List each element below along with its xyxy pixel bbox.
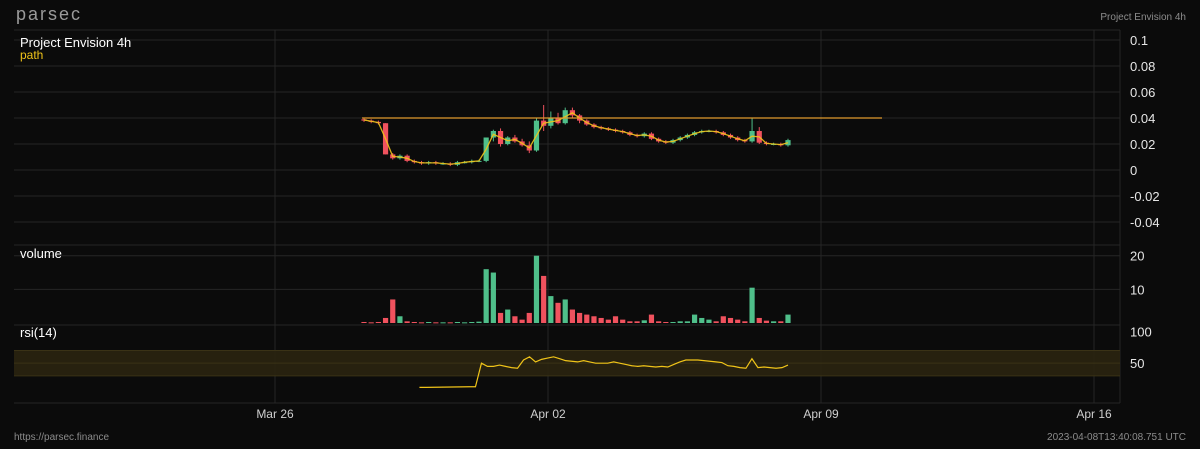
volume-bar[interactable] — [548, 296, 554, 323]
volume-bar[interactable] — [462, 322, 468, 324]
volume-bar[interactable] — [541, 275, 547, 323]
price-panel: Project Envision 4h path — [20, 35, 131, 62]
volume-bar[interactable] — [663, 321, 669, 323]
volume-bar[interactable] — [490, 272, 496, 323]
volume-bar[interactable] — [656, 321, 662, 323]
volume-bar[interactable] — [390, 299, 396, 323]
volume-bar[interactable] — [454, 321, 461, 323]
x-tick-label: Apr 16 — [1076, 407, 1112, 421]
volume-bar[interactable] — [727, 317, 734, 323]
volume-bar[interactable] — [691, 314, 698, 323]
volume-bar[interactable] — [706, 319, 712, 323]
volume-bar[interactable] — [382, 317, 389, 323]
volume-bar[interactable] — [562, 299, 568, 323]
volume-bar[interactable] — [612, 316, 619, 323]
price-tick-label: 0.04 — [1130, 111, 1155, 126]
volume-bar[interactable] — [411, 321, 417, 323]
volume-bar[interactable] — [648, 314, 655, 323]
volume-bar[interactable] — [533, 255, 540, 323]
volume-tick-label: 20 — [1130, 249, 1144, 264]
volume-bar[interactable] — [426, 321, 432, 323]
volume-bar[interactable] — [605, 319, 611, 323]
grid — [14, 29, 1121, 404]
volume-bar[interactable] — [447, 322, 453, 324]
rsi-tick-label: 100 — [1130, 324, 1152, 339]
volume-bar[interactable] — [713, 321, 719, 323]
volume-bar[interactable] — [440, 322, 446, 324]
volume-bar[interactable] — [641, 320, 647, 323]
rsi-panel: rsi(14) — [20, 325, 57, 340]
volume-bar[interactable] — [584, 314, 590, 323]
volume-bar[interactable] — [526, 312, 532, 323]
chart-marks — [361, 105, 882, 388]
volume-bar[interactable] — [505, 309, 511, 323]
volume-bar[interactable] — [569, 309, 576, 323]
price-tick-label: 0 — [1130, 163, 1137, 178]
x-tick-label: Apr 09 — [803, 407, 839, 421]
x-tick-label: Mar 26 — [256, 407, 294, 421]
volume-bar[interactable] — [497, 312, 504, 323]
volume-bar[interactable] — [397, 316, 403, 323]
volume-bar[interactable] — [404, 321, 410, 323]
volume-bar[interactable] — [555, 302, 561, 323]
price-tick-label: -0.02 — [1130, 189, 1160, 204]
volume-panel: volume — [20, 246, 62, 261]
price-tick-label: 0.08 — [1130, 59, 1155, 74]
volume-bar[interactable] — [735, 319, 741, 323]
volume-bar[interactable] — [375, 321, 381, 323]
volume-bar[interactable] — [576, 312, 583, 323]
volume-bar[interactable] — [771, 321, 777, 323]
x-tick-label: Apr 02 — [530, 407, 566, 421]
rsi-title: rsi(14) — [20, 325, 57, 340]
volume-bar[interactable] — [670, 321, 676, 323]
volume-bar[interactable] — [720, 316, 726, 323]
volume-bar[interactable] — [512, 316, 518, 323]
volume-bar[interactable] — [598, 317, 604, 323]
volume-bar[interactable] — [433, 322, 439, 324]
volume-bar[interactable] — [756, 317, 762, 323]
volume-bar[interactable] — [763, 320, 770, 323]
volume-bar[interactable] — [519, 319, 525, 323]
chart-area[interactable]: Project Envision 4h path volume rsi(14) … — [0, 0, 1200, 449]
volume-tick-label: 10 — [1130, 282, 1144, 297]
rsi-tick-label: 50 — [1130, 356, 1144, 371]
footer-timestamp: 2023-04-08T13:40:08.751 UTC — [1047, 432, 1186, 443]
path-line — [363, 112, 789, 165]
volume-bar[interactable] — [684, 321, 690, 323]
volume-bar[interactable] — [785, 314, 791, 323]
volume-bar[interactable] — [469, 321, 475, 323]
price-tick-label: 0.02 — [1130, 137, 1155, 152]
volume-bar[interactable] — [620, 319, 626, 323]
volume-bar[interactable] — [591, 316, 597, 323]
volume-bar[interactable] — [361, 321, 367, 323]
volume-bar[interactable] — [677, 321, 683, 323]
volume-bar[interactable] — [483, 269, 489, 323]
volume-bar[interactable] — [368, 322, 374, 324]
volume-bar[interactable] — [778, 321, 784, 323]
volume-bar[interactable] — [476, 321, 482, 323]
volume-bar[interactable] — [742, 321, 748, 323]
price-tick-label: -0.04 — [1130, 215, 1160, 230]
volume-title: volume — [20, 246, 62, 261]
volume-bar[interactable] — [634, 321, 640, 323]
legend-path: path — [20, 48, 43, 62]
price-tick-label: 0.06 — [1130, 85, 1155, 100]
volume-bar[interactable] — [699, 317, 705, 323]
volume-bar[interactable] — [749, 287, 755, 323]
price-tick-label: 0.1 — [1130, 33, 1148, 48]
footer-url[interactable]: https://parsec.finance — [14, 432, 109, 443]
volume-bar[interactable] — [627, 321, 633, 323]
volume-bar[interactable] — [418, 322, 425, 324]
